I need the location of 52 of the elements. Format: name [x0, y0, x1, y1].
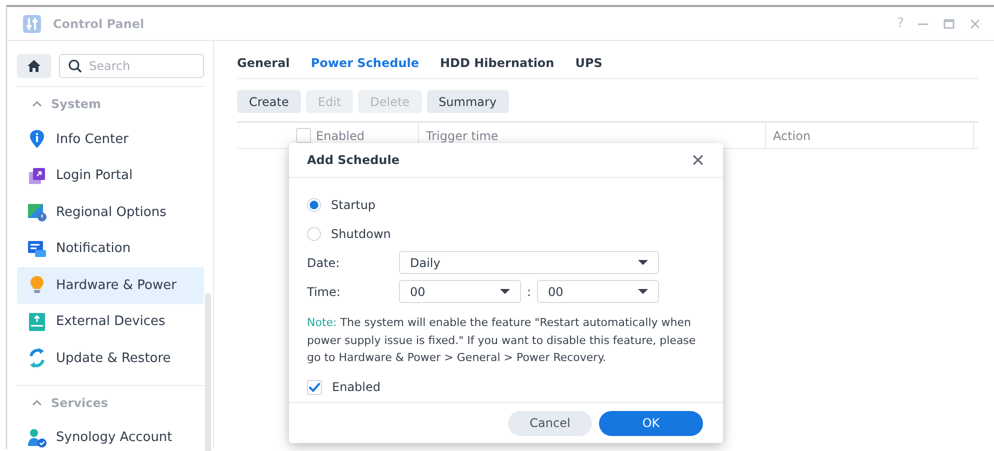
radio-button[interactable]: [307, 198, 321, 212]
dialog-title: Add Schedule: [307, 153, 400, 167]
note-text: Note: The system will enable the feature "Restart automatically when power supply issue is fixed." If you want to disable this feature, please go to Hardware & Power > General > Power Recovery.: [307, 315, 697, 366]
sidebar-item[interactable]: Regional Options: [17, 194, 204, 230]
caret-icon: [638, 288, 648, 294]
upload-device-icon: [27, 312, 47, 332]
tab[interactable]: UPS: [575, 56, 602, 70]
sidebar-item[interactable]: External Devices: [17, 304, 204, 340]
sidebar-item[interactable]: Hardware & Power: [17, 267, 204, 304]
radio-button[interactable]: [307, 226, 321, 240]
control-panel-icon: [22, 14, 42, 34]
map-clock-icon: [27, 202, 47, 222]
search-field[interactable]: Search: [59, 54, 204, 78]
column-header: Enabled: [316, 128, 366, 144]
date-dropdown[interactable]: Daily: [399, 251, 659, 274]
user-check-icon: [27, 428, 47, 448]
sidebar-item[interactable]: Synology Account: [17, 420, 204, 451]
scrollbar-thumb[interactable]: [205, 293, 211, 451]
column-header: Action: [765, 123, 973, 148]
toolbar-button[interactable]: Summary: [426, 90, 509, 113]
checkmark-icon: [308, 381, 321, 393]
refresh-arrows-icon: [27, 348, 47, 368]
sidebar-item[interactable]: Info Center: [17, 121, 204, 158]
tab[interactable]: General: [237, 56, 290, 70]
info-pin-icon: [27, 129, 47, 150]
checkbox-label[interactable]: Enabled: [332, 380, 380, 394]
home-icon: [27, 59, 41, 73]
field-label: Time:: [307, 284, 342, 298]
portal-window-icon: [27, 166, 47, 186]
sidebar-item[interactable]: Update & Restore: [17, 340, 204, 376]
window-title: Control Panel: [53, 16, 146, 30]
time-separator: :: [526, 284, 532, 298]
caret-icon: [638, 260, 648, 266]
checkbox[interactable]: [307, 380, 322, 394]
sidebar-item[interactable]: Notification: [17, 230, 204, 267]
maximize-icon[interactable]: [942, 16, 956, 30]
tab[interactable]: HDD Hibernation: [440, 56, 554, 70]
ok-button[interactable]: OK: [599, 410, 703, 436]
toolbar-button[interactable]: Create: [237, 90, 301, 113]
chat-message-icon: [27, 238, 47, 259]
minute-dropdown[interactable]: 00: [537, 280, 659, 303]
close-icon[interactable]: [691, 153, 705, 167]
radio-label[interactable]: Startup: [331, 198, 376, 212]
hour-dropdown[interactable]: 00: [399, 280, 521, 303]
tab[interactable]: Power Schedule: [310, 56, 419, 70]
search-icon: [68, 59, 82, 73]
sidebar-item[interactable]: Login Portal: [17, 158, 204, 194]
radio-label[interactable]: Shutdown: [331, 226, 391, 240]
caret-icon: [500, 288, 510, 294]
cancel-button[interactable]: Cancel: [508, 410, 592, 436]
field-label: Date:: [307, 256, 341, 270]
home-button[interactable]: [17, 54, 51, 78]
